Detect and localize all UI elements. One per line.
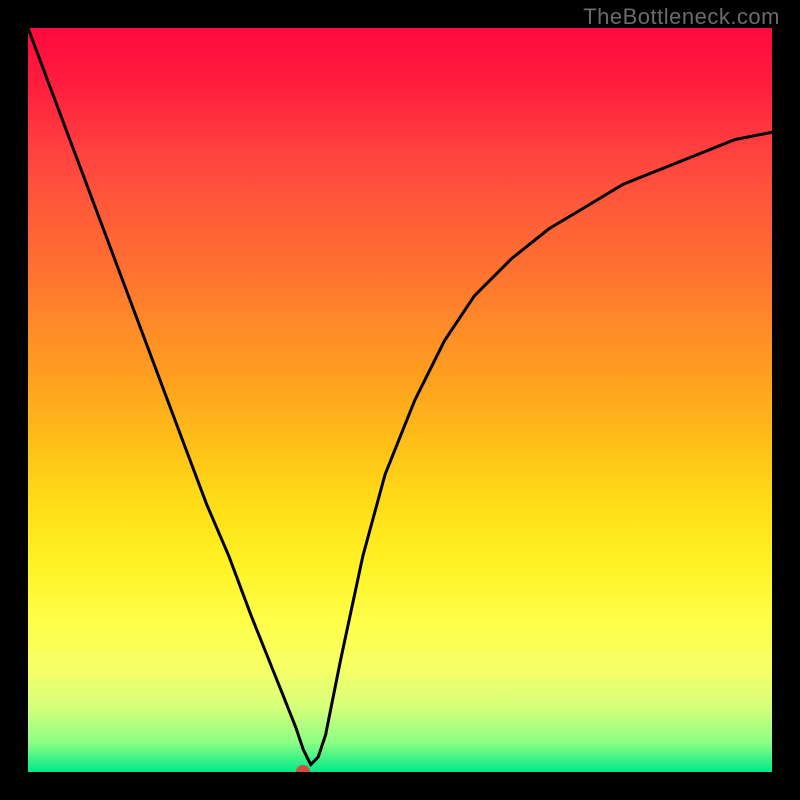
minimum-marker-dot [296,765,310,772]
watermark-text: TheBottleneck.com [583,4,780,30]
chart-container: TheBottleneck.com [0,0,800,800]
plot-area [28,28,772,772]
curve-svg [28,28,772,772]
bottleneck-curve [28,28,772,765]
